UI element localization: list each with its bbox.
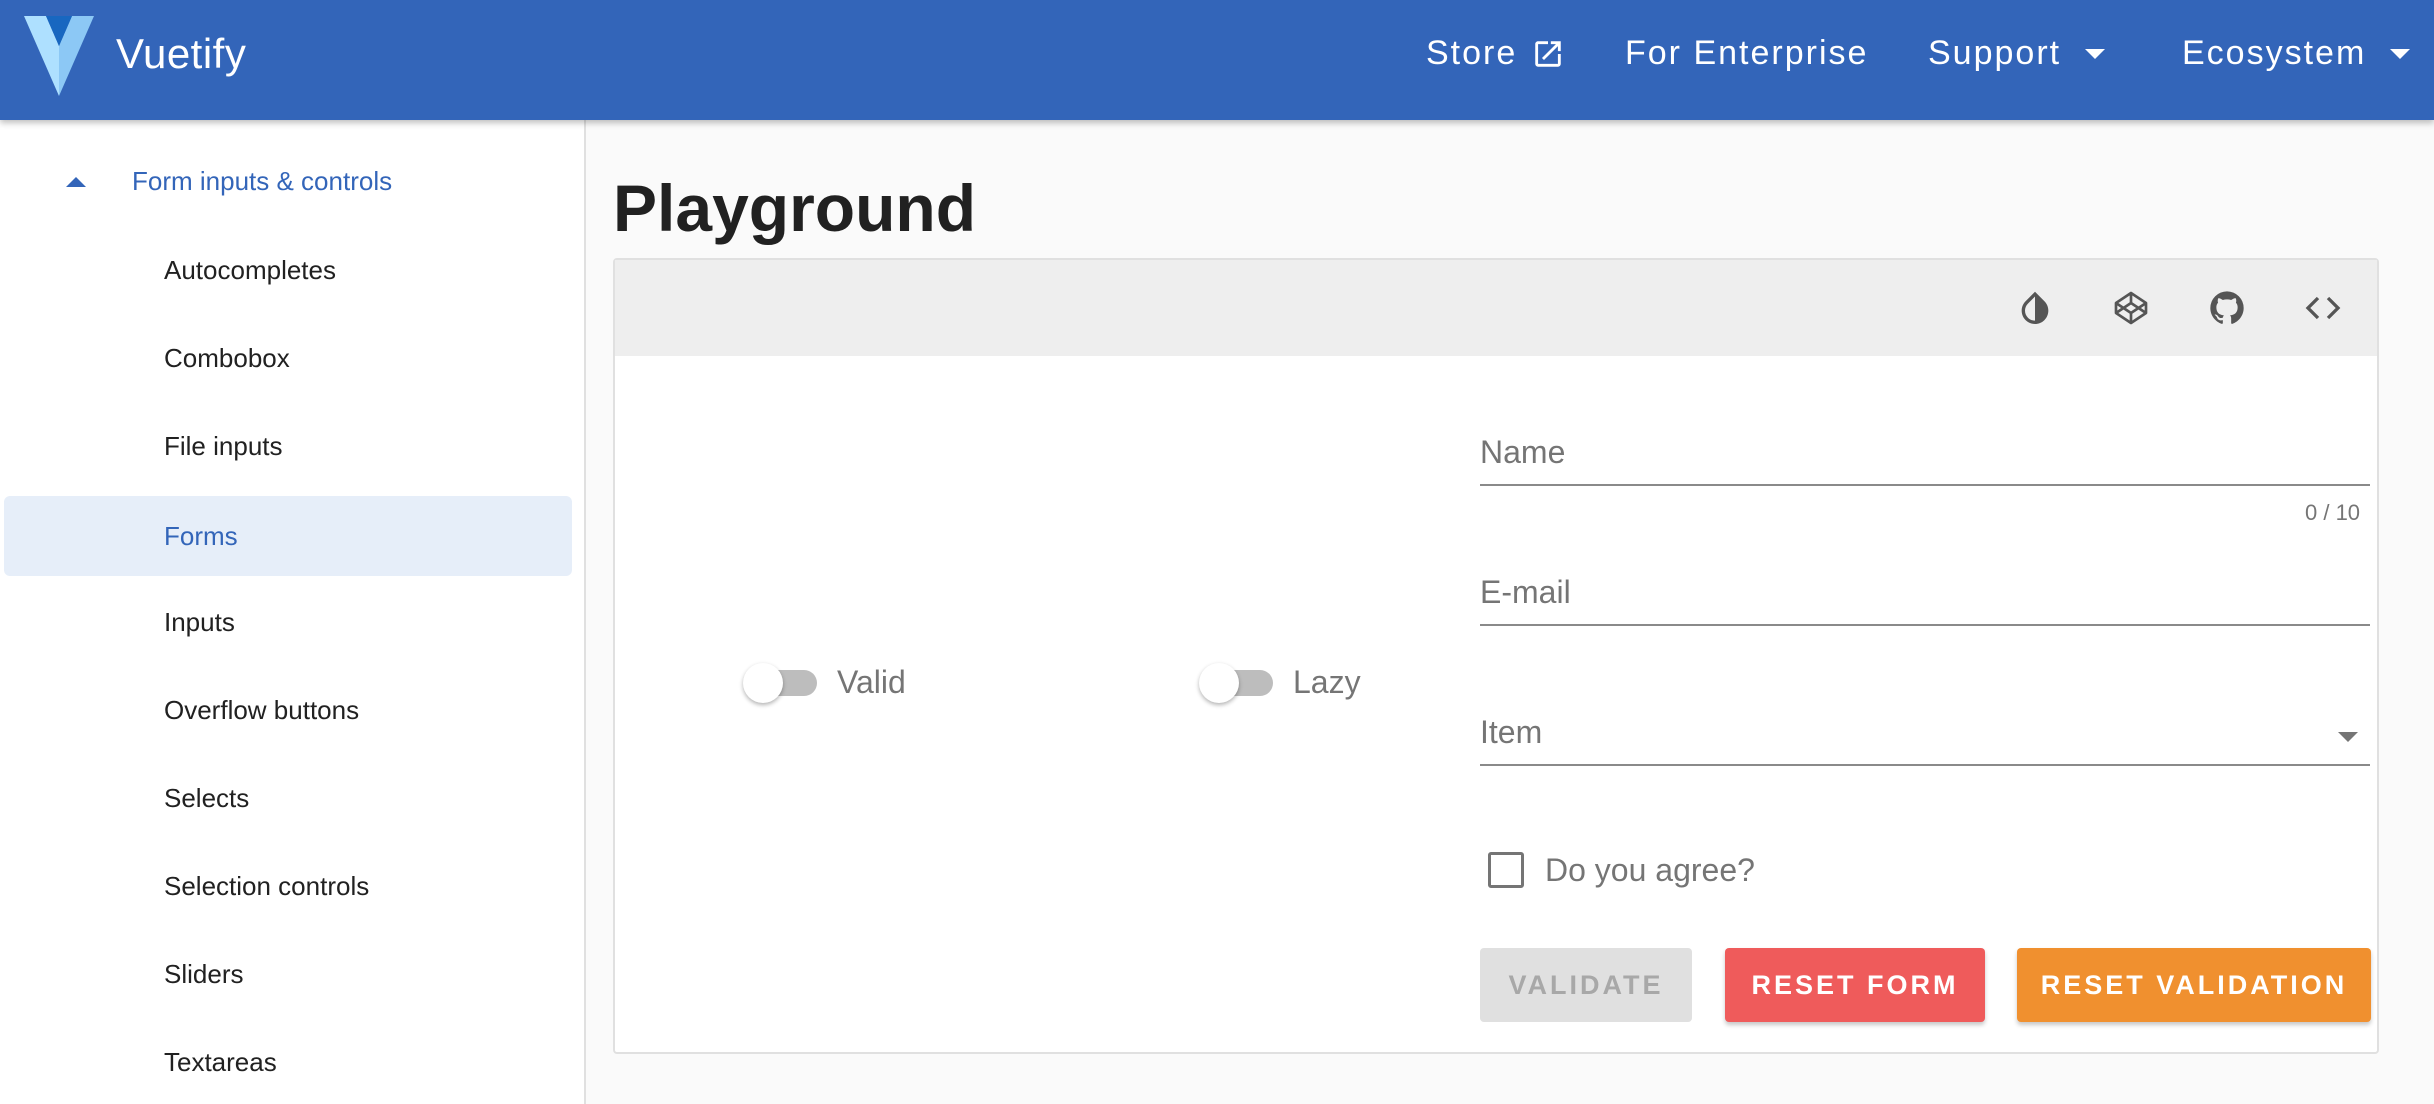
sidebar-item-textareas[interactable]: Textareas: [4, 1022, 572, 1102]
codepen-icon: [2114, 291, 2148, 325]
sidebar-item-label: Combobox: [164, 343, 290, 373]
sidebar-item-selection-controls[interactable]: Selection controls: [4, 846, 572, 926]
chevron-down-icon: [2390, 48, 2411, 59]
nav-enterprise-link[interactable]: For Enterprise: [1625, 34, 1868, 73]
item-select-label: Item: [1480, 714, 1543, 750]
chevron-down-icon: [2085, 48, 2106, 59]
page-title: Playground: [613, 171, 977, 245]
sidebar-item-sliders[interactable]: Sliders: [4, 934, 572, 1014]
nav-support-label: Support: [1928, 34, 2062, 72]
agree-checkbox[interactable]: [1488, 852, 1524, 888]
invert-colors-icon: [2021, 291, 2049, 324]
lazy-switch-label: Lazy: [1293, 664, 1361, 700]
sidebar-item-combobox[interactable]: Combobox: [4, 318, 572, 398]
view-code-button[interactable]: [2299, 284, 2347, 332]
sidebar: Form inputs & controls Autocompletes Com…: [0, 120, 586, 1104]
sidebar-item-label: Sliders: [164, 959, 244, 989]
sidebar-item-autocompletes[interactable]: Autocompletes: [4, 230, 572, 310]
nav-ecosystem-menu[interactable]: Ecosystem: [2182, 34, 2411, 73]
valid-switch[interactable]: [743, 660, 821, 706]
item-select[interactable]: Item: [1480, 694, 2370, 766]
nav-store-link[interactable]: Store: [1426, 34, 1565, 73]
sidebar-group-label: Form inputs & controls: [132, 166, 393, 196]
nav-enterprise-label: For Enterprise: [1625, 34, 1869, 72]
code-icon: [2305, 296, 2341, 320]
email-field[interactable]: E-mail: [1480, 554, 2370, 626]
sidebar-item-label: Textareas: [164, 1047, 277, 1077]
field-underline: [1480, 624, 2370, 626]
app-bar: Vuetify Store For Enterprise Support Eco…: [0, 0, 2434, 120]
name-field[interactable]: Name: [1480, 414, 2370, 486]
field-underline: [1480, 764, 2370, 766]
nav-store-label: Store: [1426, 34, 1518, 72]
validate-button[interactable]: VALIDATE: [1480, 948, 1692, 1022]
reset-form-button[interactable]: RESET FORM: [1725, 948, 1985, 1022]
name-field-label: Name: [1480, 434, 1566, 470]
nav-ecosystem-label: Ecosystem: [2182, 34, 2367, 72]
sidebar-item-selects[interactable]: Selects: [4, 758, 572, 838]
menu-down-icon: [2338, 732, 2358, 742]
github-icon: [2210, 291, 2244, 324]
codepen-button[interactable]: [2107, 284, 2155, 332]
sidebar-item-file-inputs[interactable]: File inputs: [4, 406, 572, 486]
sidebar-item-inputs[interactable]: Inputs: [4, 582, 572, 662]
brand-name[interactable]: Vuetify: [116, 30, 246, 78]
valid-switch-label: Valid: [837, 664, 906, 700]
lazy-switch[interactable]: [1199, 660, 1277, 706]
vuetify-logo-icon[interactable]: [24, 16, 94, 96]
github-button[interactable]: [2203, 284, 2251, 332]
sidebar-item-label: File inputs: [164, 431, 283, 461]
sidebar-item-label: Inputs: [164, 607, 235, 637]
playground-card: Valid Lazy Name 0 / 10 E-mail Item Do yo…: [613, 258, 2379, 1054]
playground-toolbar: [615, 260, 2377, 356]
sidebar-item-overflow-buttons[interactable]: Overflow buttons: [4, 670, 572, 750]
sidebar-item-label: Overflow buttons: [164, 695, 360, 725]
open-in-new-icon: [1535, 40, 1562, 67]
invert-colors-button[interactable]: [2011, 284, 2059, 332]
switch-thumb: [743, 663, 783, 703]
name-char-counter: 0 / 10: [2305, 500, 2361, 525]
sidebar-item-label: Forms: [164, 521, 238, 551]
reset-validation-button[interactable]: RESET VALIDATION: [2017, 948, 2371, 1022]
field-underline: [1480, 484, 2370, 486]
sidebar-item-forms[interactable]: Forms: [4, 496, 572, 576]
sidebar-item-label: Selection controls: [164, 871, 370, 901]
email-field-label: E-mail: [1480, 574, 1571, 610]
chevron-up-icon: [66, 177, 86, 187]
switch-thumb: [1199, 663, 1239, 703]
sidebar-item-label: Selects: [164, 783, 250, 813]
nav-support-menu[interactable]: Support: [1928, 34, 2106, 73]
agree-checkbox-label[interactable]: Do you agree?: [1545, 852, 1755, 889]
sidebar-item-label: Autocompletes: [164, 255, 336, 285]
